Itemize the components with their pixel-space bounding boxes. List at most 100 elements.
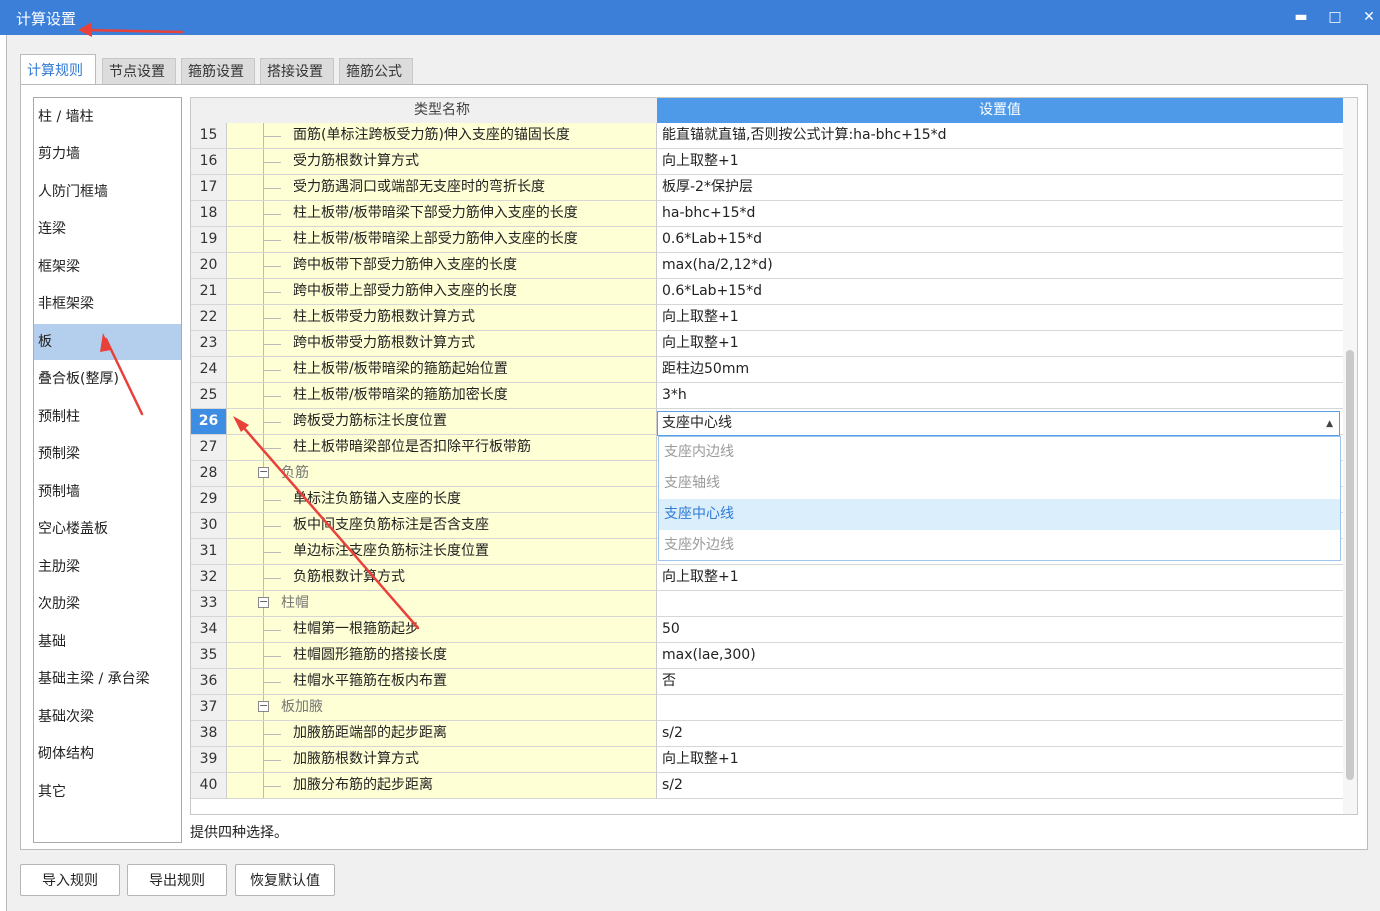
grid-row[interactable]: 15 面筋(单标注跨板受力筋)伸入支座的锚固长度 能直锚就直锚,否则按公式计算:ha… [191, 123, 1348, 149]
category-item[interactable]: 非框架梁 [34, 286, 181, 322]
row-type-name: 板中间支座负筋标注是否含支座 [227, 513, 657, 539]
grid-row[interactable]: 19 柱上板带/板带暗梁上部受力筋伸入支座的长度 0.6*Lab+15*d [191, 227, 1348, 253]
grid-row[interactable]: 38 加腋筋距端部的起步距离 s/2 [191, 721, 1348, 747]
grid-row[interactable]: 22 柱上板带受力筋根数计算方式 向上取整+1 [191, 305, 1348, 331]
row-setting-value[interactable]: 向上取整+1 [657, 149, 1348, 175]
dropdown-option[interactable]: 支座内边线 [659, 437, 1340, 468]
tab-lap-settings[interactable]: 搭接设置 [260, 58, 334, 84]
category-item[interactable]: 柱 / 墙柱 [34, 99, 181, 135]
category-item[interactable]: 预制梁 [34, 436, 181, 472]
grid-group-row[interactable]: 37− 板加腋 [191, 695, 1348, 721]
tree-line [263, 422, 281, 423]
vertical-scrollbar[interactable] [1343, 98, 1357, 814]
tab-stirrup-formula[interactable]: 箍筋公式 [339, 58, 413, 84]
grid-row[interactable]: 23 跨中板带受力筋根数计算方式 向上取整+1 [191, 331, 1348, 357]
collapse-icon[interactable]: − [258, 596, 269, 608]
category-item[interactable]: 连梁 [34, 211, 181, 247]
tree-line [263, 578, 281, 579]
grid-row[interactable]: 36 柱帽水平箍筋在板内布置 否 [191, 669, 1348, 695]
grid-row[interactable]: 39 加腋筋根数计算方式 向上取整+1 [191, 747, 1348, 773]
row-index: 28 [191, 461, 227, 487]
grid-row[interactable]: 17 受力筋遇洞口或端部无支座时的弯折长度 板厚-2*保护层 [191, 175, 1348, 201]
setting-value-combobox[interactable]: 支座中心线 ▲ [657, 411, 1340, 436]
row-setting-value[interactable]: 50 [657, 617, 1348, 643]
row-setting-value[interactable]: max(lae,300) [657, 643, 1348, 669]
tree-line [263, 214, 281, 215]
group-label: 板加腋 [281, 699, 323, 715]
tree-line [263, 552, 281, 553]
grid-row[interactable]: 32 负筋根数计算方式 向上取整+1 [191, 565, 1348, 591]
import-rules-button[interactable]: 导入规则 [20, 864, 120, 896]
grid-row[interactable]: 35 柱帽圆形箍筋的搭接长度 max(lae,300) [191, 643, 1348, 669]
row-type-name: 跨中板带受力筋根数计算方式 [227, 331, 657, 357]
row-setting-value[interactable]: 0.6*Lab+15*d [657, 227, 1348, 253]
grid-group-row[interactable]: 33− 柱帽 [191, 591, 1348, 617]
dropdown-option[interactable]: 支座外边线 [659, 530, 1340, 561]
category-item[interactable]: 基础次梁 [34, 699, 181, 735]
row-setting-value[interactable]: 0.6*Lab+15*d [657, 279, 1348, 305]
category-item[interactable]: 基础 [34, 624, 181, 660]
tab-stirrup-settings[interactable]: 箍筋设置 [181, 58, 255, 84]
grid-row[interactable]: 25 柱上板带/板带暗梁的箍筋加密长度 3*h [191, 383, 1348, 409]
row-setting-value[interactable]: 板厚-2*保护层 [657, 175, 1348, 201]
collapse-icon[interactable]: − [258, 700, 269, 712]
category-item-selected[interactable]: 板 [34, 324, 181, 360]
category-item[interactable]: 其它 [34, 774, 181, 810]
dropdown-option-selected[interactable]: 支座中心线 [659, 499, 1340, 530]
collapse-icon[interactable]: − [258, 466, 269, 478]
dropdown-option[interactable]: 支座轴线 [659, 468, 1340, 499]
maximize-icon[interactable]: □ [1324, 6, 1346, 28]
row-setting-value[interactable]: 距柱边50mm [657, 357, 1348, 383]
tab-label: 箍筋公式 [346, 64, 402, 80]
grid-row[interactable]: 18 柱上板带/板带暗梁下部受力筋伸入支座的长度 ha-bhc+15*d [191, 201, 1348, 227]
caret-up-icon[interactable]: ▲ [1326, 419, 1333, 429]
close-icon[interactable]: ✕ [1358, 6, 1380, 28]
category-item[interactable]: 次肋梁 [34, 586, 181, 622]
category-item[interactable]: 人防门框墙 [34, 174, 181, 210]
grid-row[interactable]: 24 柱上板带/板带暗梁的箍筋起始位置 距柱边50mm [191, 357, 1348, 383]
tab-calc-rules[interactable]: 计算规则 [20, 54, 96, 85]
minimize-icon[interactable]: ▬ [1290, 6, 1312, 28]
row-setting-value[interactable]: 3*h [657, 383, 1348, 409]
category-item[interactable]: 空心楼盖板 [34, 511, 181, 547]
category-item[interactable]: 砌体结构 [34, 736, 181, 772]
row-setting-value[interactable]: ha-bhc+15*d [657, 201, 1348, 227]
row-index: 40 [191, 773, 227, 799]
row-setting-value[interactable]: 向上取整+1 [657, 305, 1348, 331]
row-setting-value[interactable] [657, 591, 1348, 617]
row-setting-value[interactable]: 能直锚就直锚,否则按公式计算:ha-bhc+15*d [657, 123, 1348, 149]
row-setting-value[interactable]: 向上取整+1 [657, 565, 1348, 591]
category-item[interactable]: 预制墙 [34, 474, 181, 510]
row-setting-value[interactable] [657, 695, 1348, 721]
category-item[interactable]: 预制柱 [34, 399, 181, 435]
grid-row[interactable]: 20 跨中板带下部受力筋伸入支座的长度 max(ha/2,12*d) [191, 253, 1348, 279]
grid-row[interactable]: 34 柱帽第一根箍筋起步 50 [191, 617, 1348, 643]
grid-row[interactable]: 40 加腋分布筋的起步距离 s/2 [191, 773, 1348, 799]
row-setting-value[interactable]: 否 [657, 669, 1348, 695]
tab-node-settings[interactable]: 节点设置 [102, 58, 176, 84]
row-type-name: 柱上板带/板带暗梁下部受力筋伸入支座的长度 [227, 201, 657, 227]
setting-name: 受力筋遇洞口或端部无支座时的弯折长度 [293, 179, 545, 195]
row-type-name: − 柱帽 [227, 591, 657, 617]
setting-name: 跨中板带上部受力筋伸入支座的长度 [293, 283, 517, 299]
row-type-name: 跨中板带上部受力筋伸入支座的长度 [227, 279, 657, 305]
category-item[interactable]: 主肋梁 [34, 549, 181, 585]
grid-row[interactable]: 21 跨中板带上部受力筋伸入支座的长度 0.6*Lab+15*d [191, 279, 1348, 305]
grid-row[interactable]: 16 受力筋根数计算方式 向上取整+1 [191, 149, 1348, 175]
window-title: 计算设置 [16, 10, 77, 28]
category-item[interactable]: 剪力墙 [34, 136, 181, 172]
row-setting-value[interactable]: s/2 [657, 773, 1348, 799]
tree-line [263, 786, 281, 787]
category-item[interactable]: 叠合板(整厚) [34, 361, 181, 397]
restore-defaults-button[interactable]: 恢复默认值 [235, 864, 335, 896]
scrollbar-thumb[interactable] [1346, 350, 1354, 780]
category-item[interactable]: 基础主梁 / 承台梁 [34, 661, 181, 697]
setting-name: 柱帽水平箍筋在板内布置 [293, 673, 447, 689]
category-item[interactable]: 框架梁 [34, 249, 181, 285]
export-rules-button[interactable]: 导出规则 [127, 864, 227, 896]
row-setting-value[interactable]: max(ha/2,12*d) [657, 253, 1348, 279]
row-setting-value[interactable]: 向上取整+1 [657, 747, 1348, 773]
row-type-name: 加腋筋根数计算方式 [227, 747, 657, 773]
row-setting-value[interactable]: s/2 [657, 721, 1348, 747]
row-setting-value[interactable]: 向上取整+1 [657, 331, 1348, 357]
